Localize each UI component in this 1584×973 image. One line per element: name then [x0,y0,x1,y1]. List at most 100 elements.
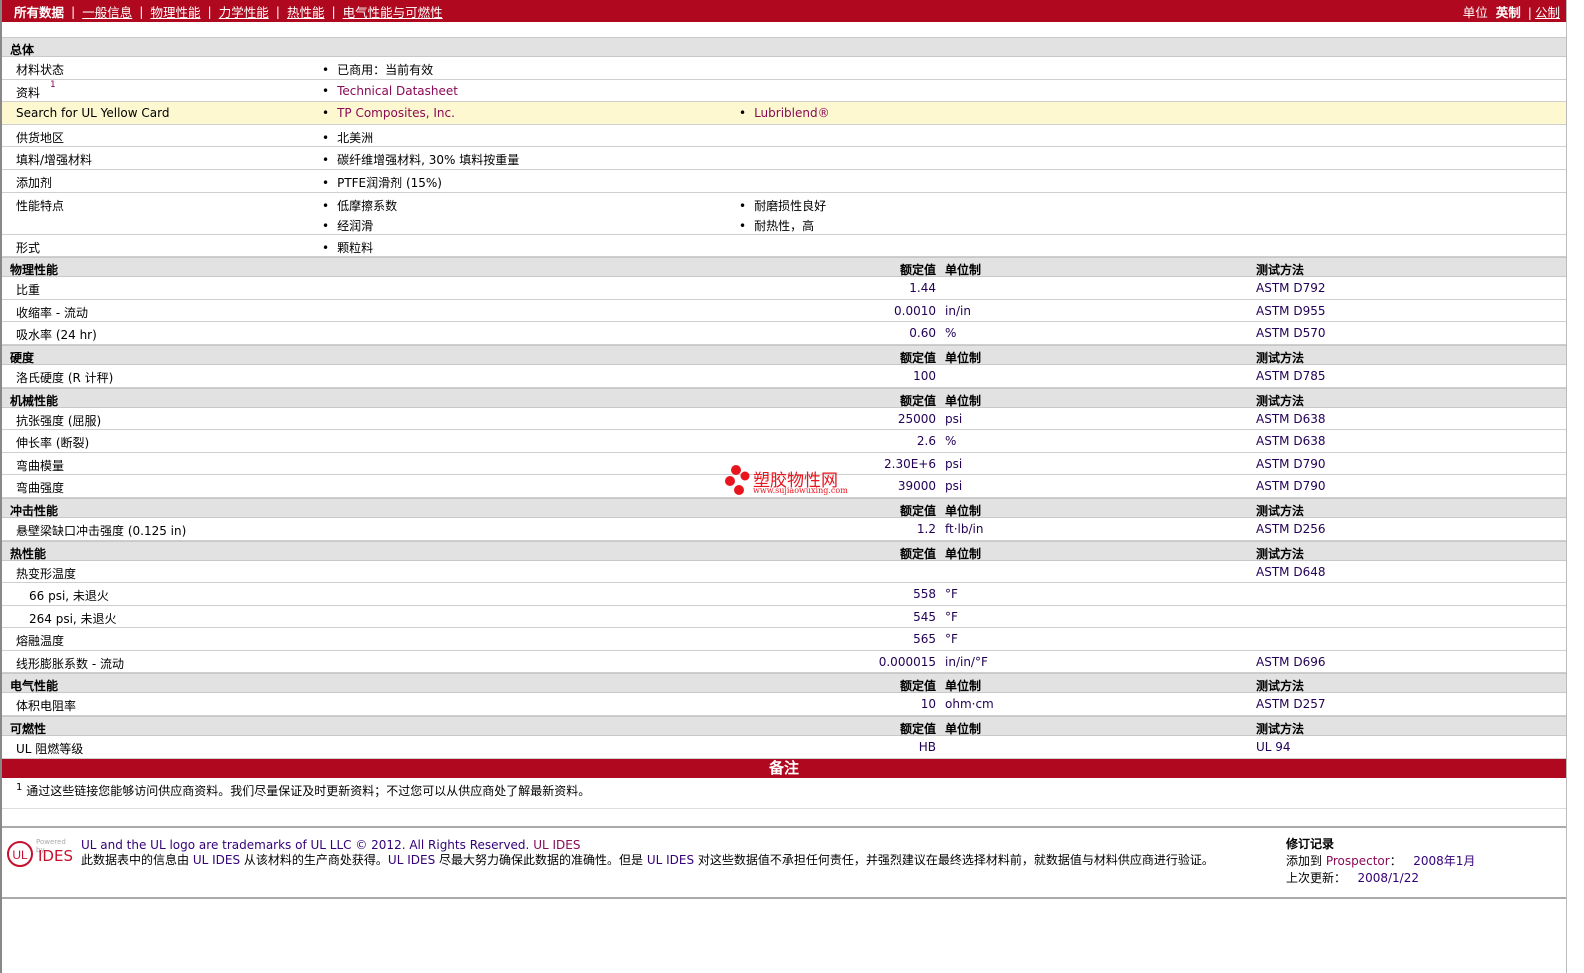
property-unit: psi [945,479,963,494]
property-row: 线形膨胀系数 - 流动 0.000015 in/in/°F ASTM D696 [2,651,1566,674]
property-value: 100 [913,368,936,383]
col-header-value: 额定值 [899,350,936,365]
added-label: 添加到 [1286,854,1323,868]
test-method: UL 94 [1256,740,1291,755]
col-header-value: 额定值 [899,393,936,408]
row-value: 低摩擦系数 [322,197,397,214]
property-label: 体积电阻率 [16,699,77,714]
section-header-general: 总体 [2,37,1566,57]
row-value: PTFE润滑剂 (15%) [322,174,442,191]
disclaimer-text: 此数据表中的信息由 [81,853,193,867]
property-value: 2.30E+6 [884,456,936,471]
property-unit: ft·lb/in [945,521,984,536]
test-method: ASTM D696 [1256,654,1326,669]
property-label: 抗张强度 (屈服) [16,413,102,428]
section-title: 物理性能 [10,263,59,278]
row-label: 性能特点 [16,198,65,213]
property-row: 比重 1.44 ASTM D792 [2,277,1566,300]
property-row: 体积电阻率 10 ohm·cm ASTM D257 [2,693,1566,717]
ul-ides-ref: UL IDES [646,853,695,867]
disclaimer-text: 从该材料的生产商处获得。 [240,853,388,867]
row-label[interactable]: Search for UL Yellow Card [16,106,169,120]
info-row: 性能特点 低摩擦系数经润滑 耐磨损性良好耐热性，高 [2,193,1566,235]
property-label: 线形膨胀系数 - 流动 [16,656,124,671]
property-label: UL 阻燃等级 [16,742,84,757]
property-unit: psi [945,456,963,471]
property-unit: °F [945,587,958,602]
property-unit: % [945,434,957,449]
property-row: 收缩率 - 流动 0.0010 in/in ASTM D955 [2,300,1566,323]
revision-title: 修订记录 [1286,837,1335,851]
unit-label: 单位 [1462,4,1488,20]
col-header-unit: 单位制 [945,393,982,408]
unit-metric[interactable]: 公制 [1535,5,1560,20]
property-value: 2.6 [916,434,936,449]
property-value: 10 [920,697,936,712]
col-header-method: 测试方法 [1256,350,1305,365]
col-header-value: 额定值 [899,679,936,694]
property-row: 洛氏硬度 (R 计秤) 100 ASTM D785 [2,365,1566,388]
watermark-dots-icon [725,465,750,495]
nav-electrical[interactable]: 电气性能与可燃性 [343,2,443,21]
info-row: 供货地区 北美洲 [2,125,1566,148]
nav-thermal[interactable]: 热性能 [287,2,325,21]
property-row: 抗张强度 (屈服) 25000 psi ASTM D638 [2,408,1566,431]
row-value: 经润滑 [322,217,373,234]
nav-all-data[interactable]: 所有数据 [14,2,64,21]
info-row: 材料状态 已商用：当前有效 [2,57,1566,80]
row-value: 耐热性，高 [739,217,814,234]
test-method: ASTM D257 [1256,697,1326,712]
property-value: 25000 [897,411,936,426]
property-unit: °F [945,632,958,647]
property-value: 39000 [897,479,936,494]
col-header-value: 额定值 [899,503,936,518]
row-value: 碳纤维增强材料, 30% 填料按重量 [322,151,519,168]
section-title: 热性能 [10,546,47,561]
property-label: 264 psi, 未退火 [29,611,117,626]
property-label: 弯曲模量 [16,458,65,473]
property-unit: psi [945,411,963,426]
property-row: 66 psi, 未退火 558 °F [2,583,1566,606]
col-header-method: 测试方法 [1256,263,1305,278]
section-header: 物理性能 额定值 单位制 测试方法 [2,257,1566,278]
property-unit: in/in/°F [945,654,988,669]
unit-switch: 单位 英制 | 公制 [1462,4,1560,20]
prospector-link[interactable]: Prospector [1326,854,1390,868]
property-row: 悬壁梁缺口冲击强度 (0.125 in) 1.2 ft·lb/in ASTM D256 [2,518,1566,541]
section-title: 冲击性能 [10,503,59,518]
col-header-unit: 单位制 [945,546,982,561]
ul-ides-link[interactable]: UL IDES [533,838,580,852]
row-label: 资料 [16,85,41,100]
added-colon: ： [1389,854,1402,868]
updated-label: 上次更新： [1286,871,1347,885]
col-header-unit: 单位制 [945,679,982,694]
nav-mechanical[interactable]: 力学性能 [219,2,269,21]
property-unit: ohm·cm [945,697,994,712]
section-title: 机械性能 [10,393,59,408]
notes-header: 备注 [2,758,1566,778]
property-value: 1.44 [909,281,936,296]
section-header: 可燃性 额定值 单位制 测试方法 [2,716,1566,737]
nav-bar: 所有数据 | 一般信息 | 物理性能 | 力学性能 | 热性能 | 电气性能与可燃性 单位… [2,0,1566,22]
unit-imperial[interactable]: 英制 [1496,5,1521,20]
test-method: ASTM D638 [1256,434,1326,449]
col-header-unit: 单位制 [945,722,982,737]
footnote-marker: 1 [50,79,56,90]
ul-ides-ref: UL IDES [192,853,241,867]
info-row: 填料/增强材料 碳纤维增强材料, 30% 填料按重量 [2,147,1566,170]
disclaimer-text: 尽最大努力确保此数据的准确性。但是 [435,853,647,867]
property-label: 熔融温度 [16,634,65,649]
logo-ides: IDES [38,847,73,865]
row-value[interactable]: Technical Datasheet [322,84,458,98]
row-value[interactable]: Lubriblend® [739,106,830,120]
nav-physical[interactable]: 物理性能 [150,2,200,21]
test-method: ASTM D790 [1256,479,1326,494]
test-method: ASTM D256 [1256,521,1326,536]
row-value[interactable]: TP Composites, Inc. [322,106,455,120]
nav-general[interactable]: 一般信息 [82,2,132,21]
property-label: 66 psi, 未退火 [29,589,109,604]
property-row: 热变形温度 ASTM D648 [2,561,1566,584]
watermark-url: www.sujiaowuxing.com [753,486,848,495]
property-table: 总体材料状态 已商用：当前有效资料 1 Technical Datasheet Sear… [2,37,1566,759]
section-header: 电气性能 额定值 单位制 测试方法 [2,673,1566,694]
